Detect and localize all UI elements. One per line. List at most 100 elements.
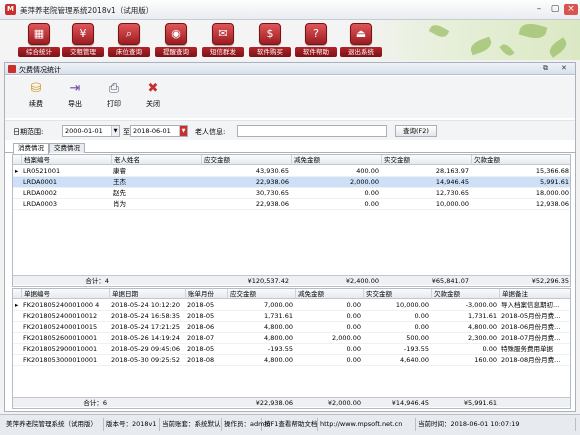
close-button[interactable]: ✖ 关闭 xyxy=(139,80,167,109)
toolbar-button-0[interactable]: ▦ 综合统计 xyxy=(18,22,60,58)
table-cell: 4,800.00 xyxy=(264,334,293,342)
table-cell: 2018-05月份月费... xyxy=(501,312,561,320)
date-to-input[interactable]: 2018-06-01 ▼ xyxy=(130,125,188,137)
table-row[interactable]: LRDA0003 肖为 22,938.06 0.00 10,000.00 12,938.0… xyxy=(13,199,570,210)
table-cell: 4,800.00 xyxy=(264,356,293,364)
table-row[interactable]: FK2018052600010001 2018-05-26 14:19:24 201… xyxy=(13,333,570,344)
column-header[interactable]: 账单月份 xyxy=(185,289,227,299)
chevron-down-icon[interactable]: ▼ xyxy=(179,126,187,136)
close-child-icon[interactable]: ✕ xyxy=(561,64,567,72)
tab-payment[interactable]: 交费情况 xyxy=(49,143,85,153)
printer-button[interactable]: ⎙ 打印 xyxy=(100,80,128,109)
table-row[interactable]: FK2018052400010012 2018-05-24 16:58:35 201… xyxy=(13,311,570,322)
renew-icon: ⛁ xyxy=(30,81,42,96)
status-segment: 按F1查看帮助文档 xyxy=(262,418,318,431)
toolbar-button-1[interactable]: ¥ 交租管理 xyxy=(62,22,104,58)
column-header[interactable]: 应交金额 xyxy=(201,155,291,165)
column-header[interactable]: 减免金额 xyxy=(291,155,381,165)
table-cell: 0.00 xyxy=(346,356,361,364)
column-header[interactable]: 老人姓名 xyxy=(111,155,201,165)
table-cell: 2018-05-24 10:12:20 xyxy=(111,301,181,309)
status-segment: 当前时间：2018-06-01 10:07:19 xyxy=(416,418,576,431)
toolbar-button-3[interactable]: ◉ 提醒查询 xyxy=(155,22,197,58)
restore-icon[interactable]: ⧉ xyxy=(543,64,548,73)
table-cell: 22,938.06 xyxy=(255,178,289,186)
column-header[interactable]: 应交金额 xyxy=(227,289,295,299)
table-row[interactable]: FK2018052900010001 2018-05-29 09:45:06 201… xyxy=(13,344,570,355)
table-cell: 2018-05-24 16:58:35 xyxy=(111,312,181,320)
column-header[interactable]: 欠款金额 xyxy=(431,289,499,299)
footer-cell: ¥52,296.35 xyxy=(531,277,569,285)
app-logo-icon: M xyxy=(5,4,16,15)
query-button[interactable]: 查询(F2) xyxy=(395,125,437,137)
export-button[interactable]: ⇥ 导出 xyxy=(61,80,89,109)
table-cell: 2018-08 xyxy=(187,356,215,364)
table-cell: 0.00 xyxy=(364,189,379,197)
table-cell: FK2018052600010001 xyxy=(23,334,98,342)
footer-cell xyxy=(185,398,227,408)
table-cell: -193.55 xyxy=(403,345,429,353)
table-cell: 2018-06 xyxy=(187,323,215,331)
bed-search-icon: ⌕ xyxy=(118,23,140,45)
chevron-down-icon[interactable]: ▼ xyxy=(111,126,119,136)
column-header[interactable]: 单据日期 xyxy=(109,289,185,299)
toolbar-button-label: 短信群发 xyxy=(202,47,244,57)
toolbar-button-label: 退出系统 xyxy=(340,47,382,57)
column-header[interactable]: 实交金额 xyxy=(381,155,471,165)
column-header[interactable]: 欠款金额 xyxy=(471,155,571,165)
toolbar-button-label: 提醒查询 xyxy=(155,47,197,57)
table-cell: 7,000.00 xyxy=(264,301,293,309)
toolbar-button-6[interactable]: ? 软件帮助 xyxy=(295,22,337,58)
column-header[interactable]: 减免金额 xyxy=(295,289,363,299)
row-pointer-icon: ▸ xyxy=(15,301,19,309)
chart-icon: ▦ xyxy=(28,23,50,45)
table-cell: 0.00 xyxy=(346,345,361,353)
table-row[interactable]: ▸ FK201805240001000 4 2018-05-24 10:12:20 2… xyxy=(13,300,570,311)
table-cell: 4,800.00 xyxy=(264,323,293,331)
table-cell: -193.55 xyxy=(267,345,293,353)
renew-button[interactable]: ⛁ 续费 xyxy=(22,80,50,109)
toolbar-button-5[interactable]: $ 软件购买 xyxy=(249,22,291,58)
toolbar-button-4[interactable]: ✉ 短信群发 xyxy=(202,22,244,58)
toolbar-button-7[interactable]: ⏏ 退出系统 xyxy=(340,22,382,58)
table-row[interactable]: FK2018053000010001 2018-05-30 09:25:52 201… xyxy=(13,355,570,366)
date-from-input[interactable]: 2000-01-01 ▼ xyxy=(62,125,120,137)
table-cell: 18,000.00 xyxy=(535,189,569,197)
child-window-title: 欠费情况统计 xyxy=(19,66,61,74)
printer-icon: ⎙ xyxy=(108,81,120,96)
tool-label: 导出 xyxy=(68,100,82,108)
table-cell: 2018-05-24 17:21:25 xyxy=(111,323,181,331)
column-header[interactable]: 单据编号 xyxy=(21,289,109,299)
column-header[interactable]: 单据备注 xyxy=(499,289,571,299)
table-cell: FK2018053000010001 xyxy=(23,356,98,364)
footer-cell: ¥2,400.00 xyxy=(345,277,379,285)
table-cell: 12,730.65 xyxy=(435,189,469,197)
toolbar-button-label: 综合统计 xyxy=(18,47,60,57)
footer-cell: 合计：4 xyxy=(85,277,109,285)
tab-consumption[interactable]: 消费情况 xyxy=(13,143,49,154)
grid-header: 档案编号 老人姓名 应交金额 减免金额 实交金额 欠款金额 xyxy=(13,155,570,165)
table-cell: 2,000.00 xyxy=(350,178,379,186)
table-row[interactable]: ▸ LR0521001 康睿 43,930.65 400.00 28,163.97 15,3… xyxy=(13,166,570,177)
column-header[interactable]: 实交金额 xyxy=(363,289,431,299)
table-row[interactable]: LRDA0001 王杰 22,938.06 2,000.00 14,946.45 5,99… xyxy=(13,177,570,188)
column-header[interactable]: 档案编号 xyxy=(21,155,111,165)
table-row[interactable]: FK2018052400010015 2018-05-24 17:21:25 201… xyxy=(13,322,570,333)
footer-cell xyxy=(109,398,185,408)
table-cell: 王杰 xyxy=(113,178,126,186)
table-cell: 500.00 xyxy=(406,334,429,342)
close-window-icon[interactable]: × xyxy=(564,4,578,15)
table-cell: 2018-05-29 09:45:06 xyxy=(111,345,181,353)
table-cell: 0.00 xyxy=(482,345,497,353)
window-icon xyxy=(8,65,16,73)
table-cell: LR0521001 xyxy=(23,167,61,175)
table-row[interactable]: LRDA0002 赵先 30,730.65 0.00 12,730.65 18,000.0… xyxy=(13,188,570,199)
table-cell: 2018-05-26 14:19:24 xyxy=(111,334,181,342)
minimize-icon[interactable]: – xyxy=(532,4,546,15)
maximize-icon[interactable]: ▢ xyxy=(548,4,562,15)
elder-info-input[interactable] xyxy=(237,125,387,137)
table-cell: 28,163.97 xyxy=(435,167,469,175)
toolbar-button-2[interactable]: ⌕ 床位查询 xyxy=(108,22,150,58)
date-range-label: 日期范围: xyxy=(13,128,44,136)
table-cell: 0.00 xyxy=(346,323,361,331)
